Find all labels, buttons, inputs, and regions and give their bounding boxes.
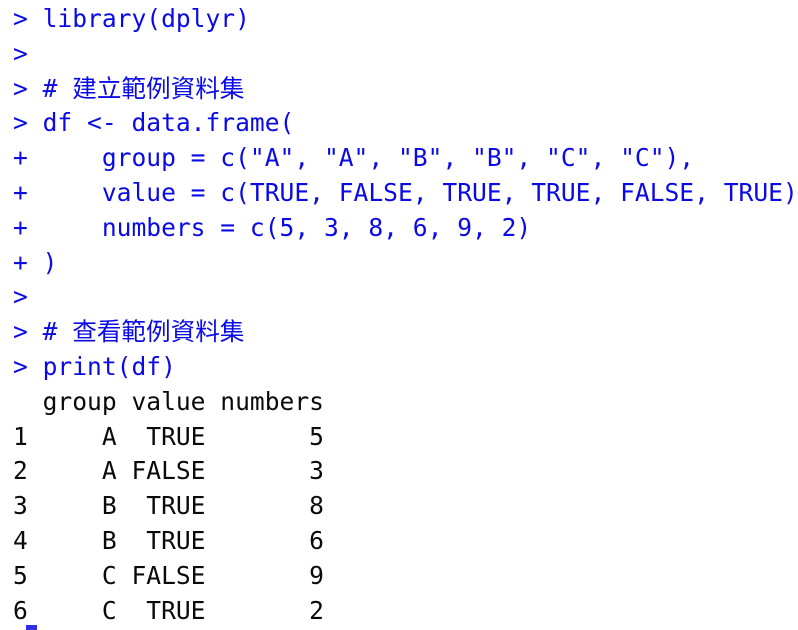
console-line-library-call: > library(dplyr) [13, 4, 250, 33]
table-row: 1 A TRUE 5 [13, 421, 324, 451]
console-line-arg-group: + group = c("A", "A", "B", "B", "C", "C"… [13, 143, 695, 173]
console-line-empty-prompt-1: > [13, 38, 28, 68]
dataframe-header-row: group value numbers [13, 386, 324, 416]
table-row: 3 B TRUE 8 [13, 491, 324, 521]
console-line-dataframe-close: + ) [13, 247, 58, 277]
console-line-arg-value: + value = c(TRUE, FALSE, TRUE, TRUE, FAL… [13, 177, 798, 207]
table-row: 4 B TRUE 6 [13, 525, 324, 555]
table-row: 2 A FALSE 3 [13, 456, 324, 486]
table-row: 6 C TRUE 2 [13, 595, 324, 625]
table-row: 5 C FALSE 9 [13, 560, 324, 590]
console-line-dataframe-open: > df <- data.frame( [13, 108, 295, 138]
console-line-comment-create-dataset: > # 建立範例資料集 [13, 73, 245, 103]
console-line-comment-view-dataset: > # 查看範例資料集 [13, 317, 245, 347]
r-console-output-pane[interactable]: > library(dplyr) > > # 建立範例資料集 > df <- d… [0, 2, 798, 630]
console-line-empty-prompt-2: > [13, 282, 28, 312]
console-line-arg-numbers: + numbers = c(5, 3, 8, 6, 9, 2) [13, 212, 532, 242]
console-line-print-call: > print(df) [13, 351, 176, 381]
